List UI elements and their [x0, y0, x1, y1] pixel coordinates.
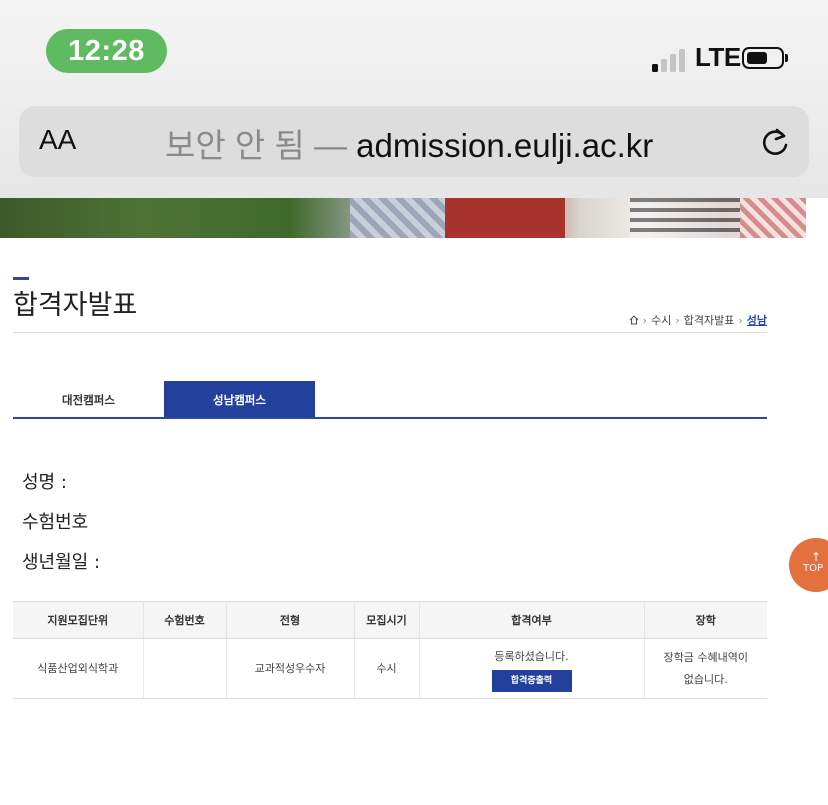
status-text: 등록하셨습니다.	[494, 649, 569, 663]
reload-icon[interactable]	[757, 124, 793, 160]
scholarship-text: 없습니다.	[683, 672, 728, 686]
name-label: 성명 :	[22, 472, 67, 493]
scroll-top-button[interactable]: ↑ TOP	[789, 538, 828, 592]
breadcrumb: › 수시 › 합격자발표 › 성남	[629, 312, 767, 328]
cell-scholarship: 장학금 수혜내역이 없습니다.	[644, 638, 767, 699]
domain-label: admission.eulji.ac.kr	[356, 127, 654, 164]
campus-tabs: 대전캠퍼스 성남캠퍼스	[13, 381, 767, 419]
column-header: 합격여부	[419, 601, 645, 639]
cell-period: 수시	[354, 638, 420, 699]
breadcrumb-item[interactable]: 수시	[651, 314, 671, 327]
table-row: 식품산업외식학과 교과적성우수자 수시 등록하셨습니다. 합격증출력 장학금 수…	[13, 638, 767, 699]
column-header: 장학	[644, 601, 767, 639]
insecure-label: 보안 안 됨 —	[165, 127, 347, 164]
signal-icon	[652, 46, 692, 72]
arrow-up-icon: ↑	[810, 550, 822, 564]
table-header-row: 지원모집단위 수험번호 전형 모집시기 합격여부 장학	[13, 601, 767, 639]
tab-seongnam-campus[interactable]: 성남캠퍼스	[164, 381, 315, 417]
breadcrumb-current[interactable]: 성남	[747, 314, 767, 327]
print-certificate-button[interactable]: 합격증출력	[491, 669, 572, 692]
battery-icon	[742, 47, 788, 69]
cell-exam-number	[143, 638, 227, 699]
breadcrumb-item[interactable]: 합격자발표	[684, 314, 735, 327]
cell-unit: 식품산업외식학과	[13, 638, 144, 699]
top-label: TOP	[802, 563, 823, 574]
home-icon[interactable]	[629, 315, 639, 325]
exam-number-label: 수험번호	[22, 512, 89, 533]
page-title: 합격자발표	[13, 290, 138, 321]
header-banner-image	[0, 198, 806, 238]
divider	[13, 332, 767, 333]
url-text[interactable]: 보안 안 됨 — admission.eulji.ac.kr	[165, 119, 653, 167]
status-time[interactable]: 12:28	[46, 29, 167, 73]
column-header: 전형	[226, 601, 355, 639]
title-accent-bar	[13, 277, 29, 280]
column-header: 모집시기	[354, 601, 420, 639]
scholarship-text: 장학금 수혜내역이	[663, 650, 748, 664]
cell-admission-type: 교과적성우수자	[226, 638, 355, 699]
carrier-label: LTE	[695, 42, 741, 72]
address-bar[interactable]: AA 보안 안 됨 — admission.eulji.ac.kr	[19, 106, 809, 177]
result-table: 지원모집단위 수험번호 전형 모집시기 합격여부 장학 식품산업외식학과 교과적…	[13, 601, 767, 699]
text-size-button[interactable]: AA	[39, 124, 76, 156]
tab-daejeon-campus[interactable]: 대전캠퍼스	[13, 381, 164, 417]
cell-status: 등록하셨습니다. 합격증출력	[419, 638, 645, 699]
column-header: 수험번호	[143, 601, 227, 639]
birth-date-label: 생년월일 :	[22, 552, 101, 573]
column-header: 지원모집단위	[13, 601, 144, 639]
browser-chrome: 12:28 LTE AA 보안 안 됨 — admission.eulji.ac…	[0, 0, 828, 198]
